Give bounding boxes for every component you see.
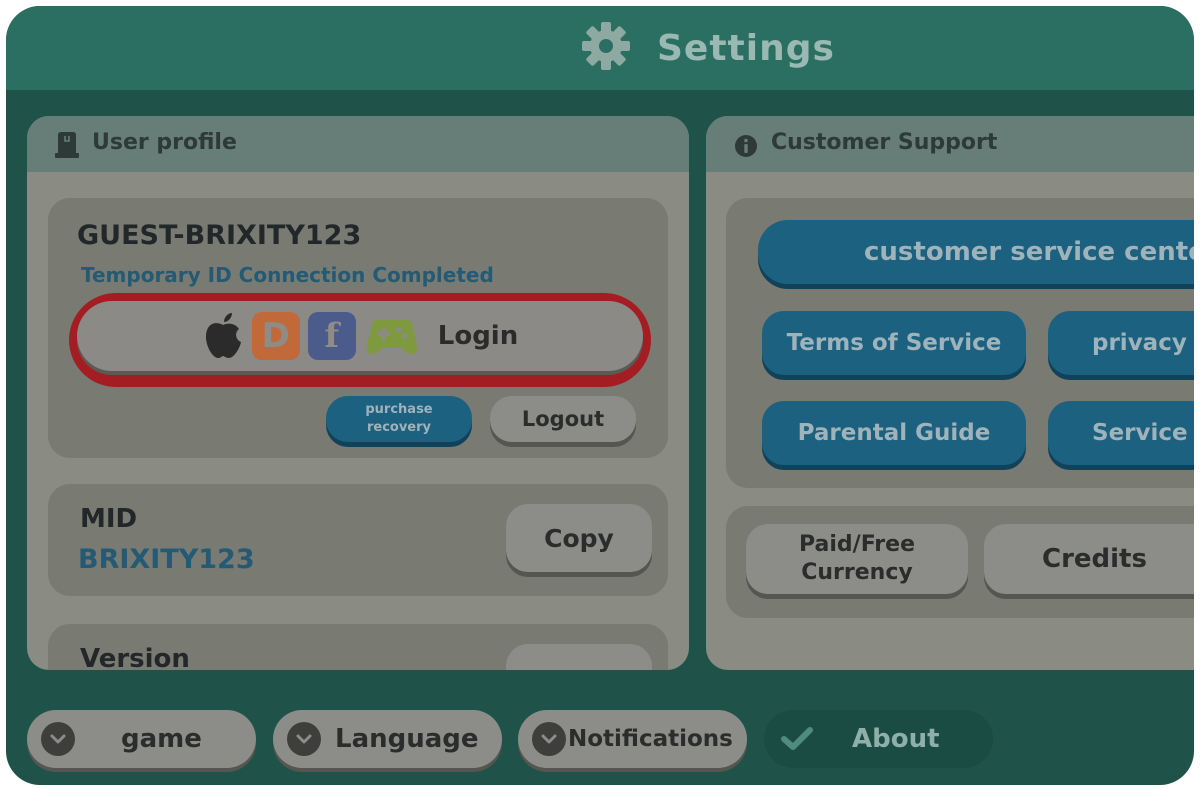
title-bar: Settings [6,6,1194,90]
customer-support-panel: Customer Support customer service cente … [706,116,1194,670]
user-profile-header: User profile [27,116,689,172]
connection-status: Temporary ID Connection Completed [81,263,494,287]
credits-button[interactable]: Credits [984,524,1194,594]
customer-support-title: Customer Support [771,130,998,155]
version-button[interactable] [506,644,652,670]
username: GUEST-BRIXITY123 [77,220,362,251]
version-card: Version [48,624,668,670]
terms-of-service-button[interactable]: Terms of Service [762,311,1026,375]
facebook-icon: f [307,312,356,360]
copy-button[interactable]: Copy [506,504,652,572]
mid-value: BRIXITY123 [78,544,255,575]
mid-card: MID BRIXITY123 Copy [48,484,668,596]
support-links-card: customer service cente Terms of Service … [726,198,1194,488]
d-logo-icon: D [251,312,300,360]
privacy-button[interactable]: privacy [1048,311,1194,375]
chevron-down-icon [287,722,321,756]
gear-icon [581,21,631,75]
login-highlight: D f Login [69,293,651,387]
page-title: Settings [657,27,835,69]
version-label: Version [80,644,190,670]
currency-card: Paid/Free Currency Credits [726,506,1194,618]
parental-guide-button[interactable]: Parental Guide [762,401,1026,465]
user-profile-title: User profile [92,130,237,155]
paid-free-currency-button[interactable]: Paid/Free Currency [746,524,968,594]
tab-notifications[interactable]: Notifications [518,710,747,768]
info-icon [734,134,758,162]
chevron-down-icon [532,722,566,756]
customer-service-center-button[interactable]: customer service cente [758,220,1194,284]
apple-icon [202,312,244,360]
tab-language[interactable]: Language [273,710,502,768]
chevron-down-icon [41,722,75,756]
gamepad-icon [366,316,418,356]
customer-support-header: Customer Support [706,116,1194,172]
purchase-recovery-button[interactable]: purchase recovery [326,396,472,442]
app-frame: Settings User profile GUEST-BRIXITY123 T… [6,6,1194,785]
login-button[interactable]: D f Login [77,301,643,371]
checkmark-icon [780,726,814,752]
tab-game[interactable]: game [27,710,256,768]
service-button[interactable]: Service [1048,401,1194,465]
tab-about[interactable]: About [764,710,993,768]
logout-button[interactable]: Logout [490,396,636,442]
mid-label: MID [80,504,138,534]
profile-icon [55,132,79,162]
login-label: Login [437,321,519,351]
user-profile-panel: User profile GUEST-BRIXITY123 Temporary … [27,116,689,670]
